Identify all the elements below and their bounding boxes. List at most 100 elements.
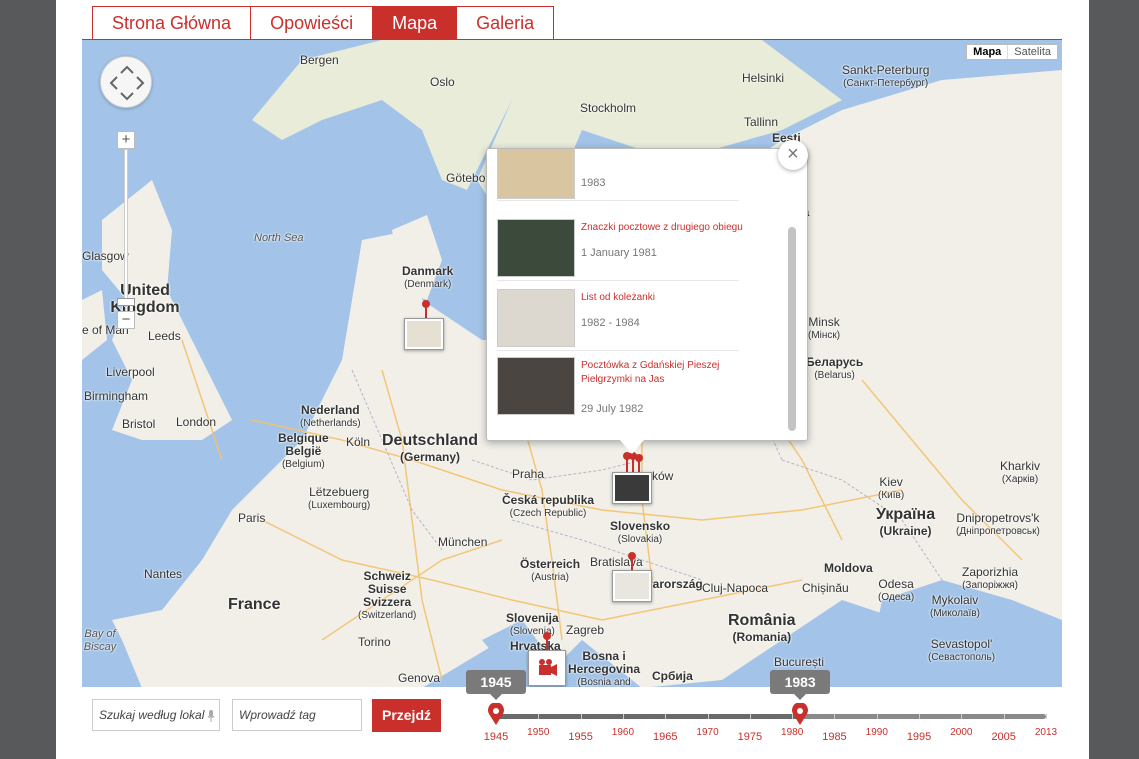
timeline-start-value: 1945 [466, 670, 526, 700]
timeline-tick-label[interactable]: 1985 [814, 731, 854, 743]
timeline-tick-label[interactable]: 1995 [899, 731, 939, 743]
map-label-london: London [176, 415, 217, 429]
timeline-tick [538, 714, 540, 719]
timeline-tick-label[interactable]: 1970 [688, 727, 728, 738]
tab-map[interactable]: Mapa [372, 6, 457, 40]
popup-list-item[interactable]: 1983 [497, 149, 739, 201]
timeline-tick-label[interactable]: 1975 [730, 731, 770, 743]
zoom-control: + − [117, 131, 135, 329]
timeline-tick [834, 714, 836, 719]
timeline-tick-label[interactable]: 1960 [603, 727, 643, 738]
timeline-tick-label[interactable]: 1950 [518, 727, 558, 738]
popup-item-title[interactable]: Pocztówka z Gdańskiej Pieszej Pielgrzymk… [581, 359, 751, 387]
map-label-bristol: Bristol [122, 417, 156, 431]
pan-control[interactable] [100, 56, 152, 108]
tag-input[interactable]: Wprowadź tag [232, 699, 362, 731]
popup-item-title[interactable]: List od koleżanki [581, 291, 751, 305]
popup-item-thumbnail[interactable] [497, 149, 575, 199]
popup-item-thumbnail[interactable] [497, 289, 575, 347]
popup-item-date: 1 January 1981 [581, 247, 657, 259]
popup-list-item[interactable]: List od koleżanki 1982 - 1984 [497, 289, 739, 351]
popup-list-item[interactable]: Znaczki pocztowe z drugiego obiegu 1 Jan… [497, 219, 743, 281]
microphone-icon[interactable] [207, 710, 215, 722]
timeline-tick-label[interactable]: 2005 [984, 731, 1024, 743]
popup-item-date: 1982 - 1984 [581, 317, 640, 329]
timeline-tick [876, 714, 878, 719]
map-label-bucuresti: București [774, 655, 825, 669]
map-marker-krakow[interactable] [612, 472, 652, 504]
zoom-in-button[interactable]: + [117, 131, 135, 149]
zoom-out-button[interactable]: − [117, 311, 135, 329]
map-label-stockholm: Stockholm [580, 101, 637, 115]
close-icon[interactable]: × [778, 140, 808, 170]
map-label-torino: Torino [358, 635, 391, 649]
map-label-munchen: München [438, 535, 488, 549]
map-type-control: Mapa Satelita [966, 44, 1058, 60]
map-label-schweiz: Schweiz Suisse Svizzera (Switzerland) [358, 569, 417, 622]
map-label-zaporizhia: Zaporizhia (Запоріжжя) [962, 565, 1019, 592]
video-camera-icon [539, 659, 557, 676]
map-label-danmark: Danmark (Denmark) [402, 264, 454, 291]
popup-scrollbar[interactable] [788, 227, 796, 431]
timeline-tick-label[interactable]: 2013 [1026, 727, 1066, 738]
map-marker-icon [792, 702, 809, 725]
map-label-nederland: Nederland (Netherlands) [300, 403, 361, 430]
map-label-slovensko: Slovensko (Slovakia) [610, 519, 671, 546]
map-marker-video[interactable] [528, 650, 566, 686]
timeline-tick [749, 714, 751, 719]
timeline-tick-label[interactable]: 1990 [857, 727, 897, 738]
popup-item-title[interactable]: Znaczki pocztowe z drugiego obiegu [581, 221, 751, 235]
map-label-sevastopol: Sevastopol' (Севастополь) [928, 637, 996, 664]
map-label-srbija: Србија [652, 669, 693, 683]
popup-tail [620, 440, 644, 454]
map-label-krakow: ków [652, 469, 674, 483]
map-canvas[interactable]: Bergen Oslo Helsinki Sankt-Peterburg (Сан… [82, 39, 1062, 687]
map-type-map-button[interactable]: Mapa [967, 45, 1009, 59]
timeline-start-handle[interactable]: 1945 [466, 670, 526, 725]
timeline-tick-label[interactable]: 2000 [941, 727, 981, 738]
popup-list-item[interactable]: Pocztówka z Gdańskiej Pieszej Pielgrzymk… [497, 357, 739, 419]
map-label-kiev: Kiev (Київ) [878, 475, 905, 502]
timeline-tick-label[interactable]: 1955 [561, 731, 601, 743]
tab-stories[interactable]: Opowieści [250, 6, 373, 40]
tab-gallery[interactable]: Galeria [456, 6, 555, 40]
map-label-north-sea: North Sea [254, 232, 304, 244]
timeline-tick [665, 714, 667, 719]
map-label-kharkiv: Kharkiv (Харків) [1000, 459, 1041, 486]
map-label-mykolaiv: Mykolaiv (Миколаїв) [930, 593, 980, 620]
timeline-tick-label[interactable]: 1945 [476, 731, 516, 743]
timeline-end-value: 1983 [770, 670, 831, 700]
bottom-toolbar: Szukaj według lokal Wprowadź tag Przejdź… [82, 670, 1062, 759]
map-label-odesa: Odesa (Одеса) [878, 577, 915, 604]
map-marker-denmark[interactable] [404, 318, 444, 350]
map-type-satellite-button[interactable]: Satelita [1008, 45, 1057, 59]
map-label-sankt-petersburg: Sankt-Peterburg (Санкт-Петербург) [842, 63, 930, 90]
map-label-belgique: Belgique België (Belgium) [278, 431, 329, 471]
zoom-slider-thumb[interactable] [117, 298, 135, 306]
map-label-bay-of-biscay: Bay of Biscay [83, 628, 117, 653]
timeline-tick [919, 714, 921, 719]
map-marker-hungary[interactable] [612, 570, 652, 602]
popup-item-thumbnail[interactable] [497, 219, 575, 277]
map-label-romania: România (Romania) [728, 612, 796, 644]
timeline-end-handle[interactable]: 1983 [770, 670, 831, 725]
map-label-helsinki: Helsinki [742, 71, 785, 85]
timeline-tick [580, 714, 582, 719]
map-label-leeds: Leeds [148, 329, 181, 343]
map-label-praha: Praha [512, 467, 545, 481]
map-label-zagreb: Zagreb [566, 623, 605, 637]
main-nav: Strona Główna Opowieści Mapa Galeria [92, 6, 555, 40]
location-search-input[interactable]: Szukaj według lokal [92, 699, 220, 731]
zoom-slider-track[interactable] [117, 149, 135, 307]
map-label-koln: Köln [346, 435, 371, 449]
timeline-tick [961, 714, 963, 719]
tab-home[interactable]: Strona Główna [92, 6, 251, 40]
map-label-paris: Paris [238, 511, 266, 525]
timeline-tick-label[interactable]: 1965 [645, 731, 685, 743]
timeline-tick-label[interactable]: 1980 [772, 727, 812, 738]
popup-item-thumbnail[interactable] [497, 357, 575, 415]
map-label-nantes: Nantes [144, 567, 183, 581]
go-button[interactable]: Przejdź [372, 699, 441, 732]
map-label-ceska: Česká republika (Czech Republic) [502, 493, 595, 520]
map-label-minsk: Minsk (Мінск) [808, 315, 841, 342]
